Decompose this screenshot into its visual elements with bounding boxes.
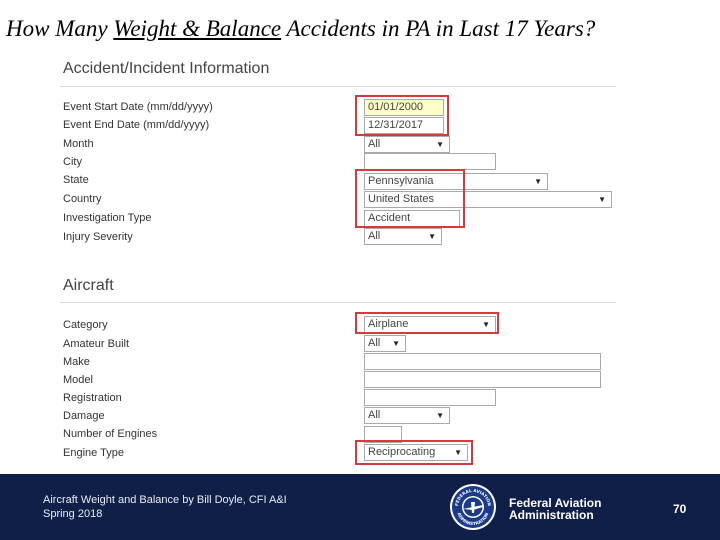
section-divider (60, 86, 616, 87)
dropdown-arrow-icon: ▼ (428, 232, 436, 241)
agency-line-2: Administration (509, 508, 594, 522)
section-divider (60, 302, 616, 303)
damage-select[interactable]: All ▼ (364, 407, 450, 424)
page-number: 70 (673, 502, 687, 516)
city-input[interactable] (364, 153, 496, 170)
category-label: Category (63, 319, 108, 331)
month-select[interactable]: All ▼ (364, 136, 450, 153)
make-input[interactable] (364, 353, 601, 370)
amateur-built-value: All (368, 337, 381, 349)
injury-severity-value: All (368, 230, 381, 242)
model-label: Model (63, 374, 93, 386)
make-label: Make (63, 356, 90, 368)
dropdown-arrow-icon: ▼ (392, 339, 400, 348)
engine-type-label: Engine Type (63, 447, 124, 459)
investigation-type-label: Investigation Type (63, 212, 152, 224)
faa-seal-icon: FEDERAL AVIATION ADMINISTRATION (450, 484, 496, 530)
damage-value: All (368, 409, 381, 421)
dropdown-arrow-icon: ▼ (534, 177, 542, 186)
month-value: All (368, 138, 381, 150)
aircraft-section-heading: Aircraft (63, 277, 114, 294)
engine-type-highlight (355, 440, 473, 465)
month-label: Month (63, 138, 94, 150)
injury-severity-label: Injury Severity (63, 231, 133, 243)
title-underlined: Weight & Balance (113, 16, 282, 41)
country-label: Country (63, 193, 102, 205)
model-input[interactable] (364, 371, 601, 388)
title-part-1: How Many (6, 16, 114, 41)
title-part-2: Accidents in PA in Last 17 Years? (281, 16, 596, 41)
state-country-type-highlight (355, 169, 465, 228)
accident-section-heading: Accident/Incident Information (63, 60, 270, 77)
slide-title: How Many Weight & Balance Accidents in P… (6, 16, 716, 42)
dropdown-arrow-icon: ▼ (436, 411, 444, 420)
city-label: City (63, 156, 82, 168)
event-end-label: Event End Date (mm/dd/yyyy) (63, 119, 210, 131)
state-label: State (63, 174, 89, 186)
number-of-engines-label: Number of Engines (63, 428, 158, 440)
registration-input[interactable] (364, 389, 496, 406)
footer-band: Aircraft Weight and Balance by Bill Doyl… (0, 474, 720, 540)
event-start-label: Event Start Date (mm/dd/yyyy) (63, 101, 213, 113)
presentation-title: Aircraft Weight and Balance by Bill Doyl… (43, 494, 287, 506)
dropdown-arrow-icon: ▼ (436, 140, 444, 149)
faa-agency-name: Federal Aviation Administration (509, 497, 601, 521)
date-range-highlight (355, 95, 449, 136)
amateur-built-label: Amateur Built (63, 338, 130, 350)
presentation-date: Spring 2018 (43, 508, 103, 520)
dropdown-arrow-icon: ▼ (598, 195, 606, 204)
amateur-built-select[interactable]: All ▼ (364, 335, 406, 352)
registration-label: Registration (63, 392, 122, 404)
injury-severity-select[interactable]: All ▼ (364, 228, 442, 245)
category-highlight (355, 312, 499, 334)
damage-label: Damage (63, 410, 105, 422)
